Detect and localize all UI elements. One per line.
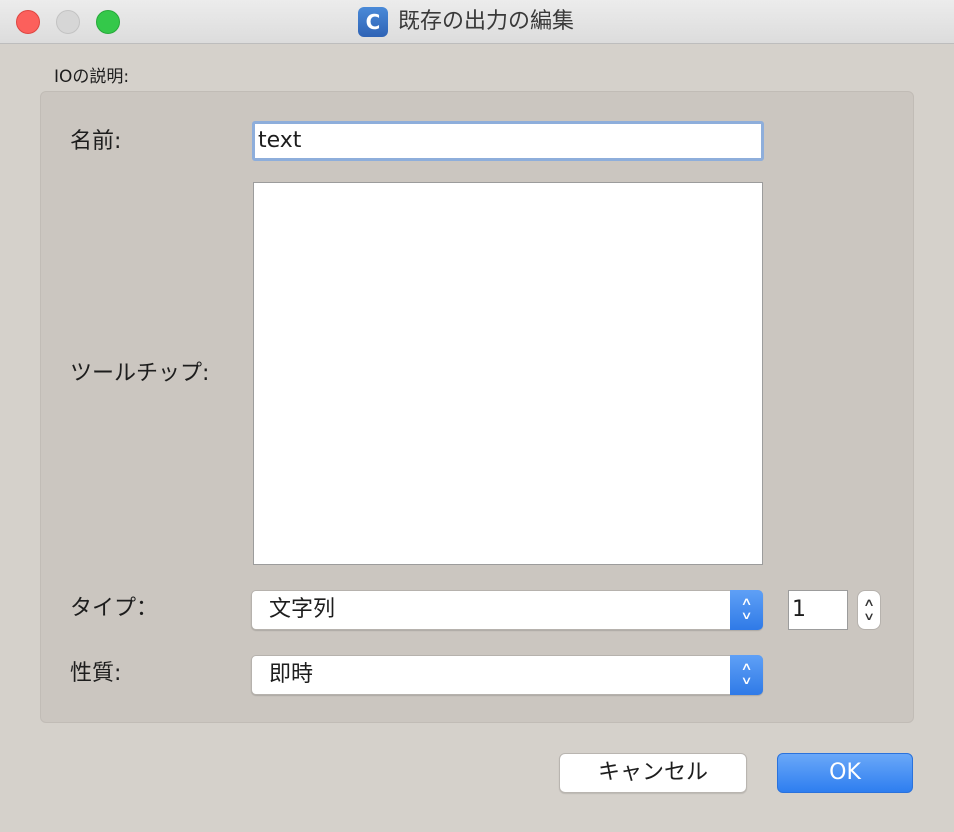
type-label: タイプ： [70,596,159,621]
count-field[interactable]: 1 [788,590,848,630]
cancel-button[interactable]: キャンセル [559,753,747,793]
nature-label: 性質: [70,661,122,686]
chevron-up-icon[interactable]: ∧ [853,597,886,608]
app-icon: C [358,7,388,37]
maximize-window-button[interactable] [96,10,120,34]
name-label: 名前: [70,129,122,154]
chevron-down-icon[interactable]: ∨ [853,611,886,622]
nature-select[interactable]: 即時 ∧ ∨ [251,655,763,695]
type-select-value: 文字列 [269,597,336,622]
nature-select-value: 即時 [269,662,314,687]
title-bar: C 既存の出力の編集 [0,0,954,44]
io-description-label: IOの説明: [54,67,130,87]
count-stepper[interactable]: ∧ ∨ [857,590,881,630]
tooltip-label: ツールチップ: [70,361,210,386]
close-window-button[interactable] [16,10,40,34]
minimize-window-button[interactable] [56,10,80,34]
ok-button[interactable]: OK [777,753,913,793]
window-title: 既存の出力の編集 [398,9,575,34]
type-select[interactable]: 文字列 ∧ ∨ [251,590,763,630]
name-input[interactable]: text [252,121,764,161]
chevron-up-down-icon: ∧ ∨ [730,590,763,630]
chevron-up-down-icon: ∧ ∨ [730,655,763,695]
tooltip-textarea[interactable] [253,182,763,565]
